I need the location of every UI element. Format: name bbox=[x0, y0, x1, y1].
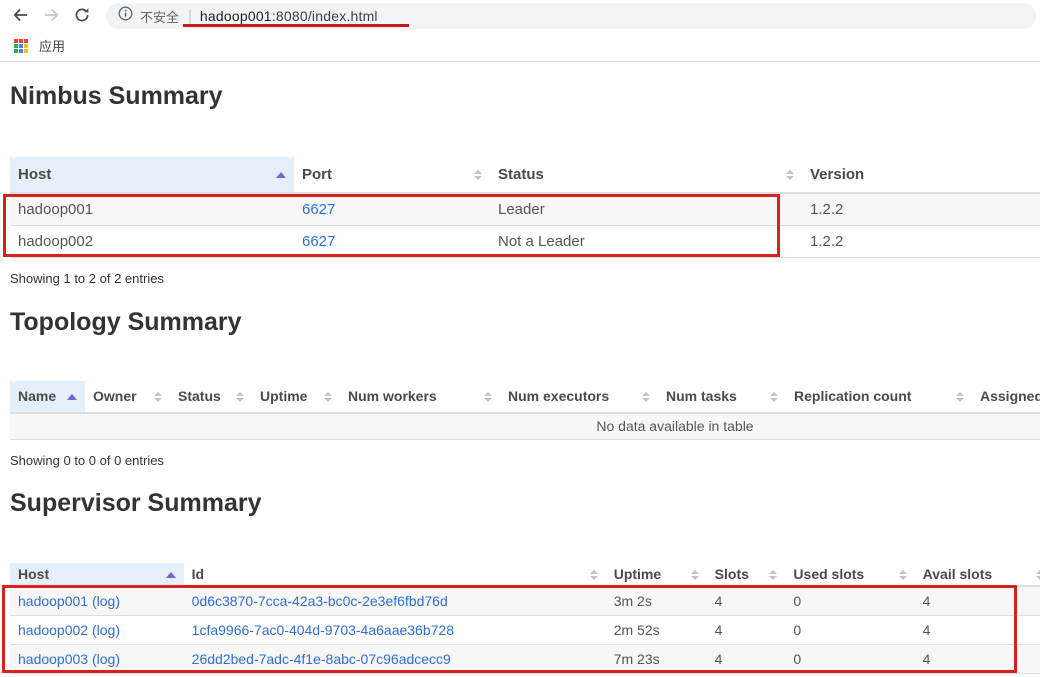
topology-showing-entries: Showing 0 to 0 of 0 entries bbox=[10, 453, 164, 468]
nimbus-summary-table: Host Port Status Version hadoop001 6627 … bbox=[10, 157, 1040, 258]
supervisor-slots-cell: 4 bbox=[706, 644, 786, 674]
supervisor-uptime-cell: 7m 23s bbox=[605, 644, 707, 674]
nimbus-port-link[interactable]: 6627 bbox=[294, 193, 490, 226]
nimbus-host-cell: hadoop001 bbox=[10, 193, 294, 226]
sort-asc-icon bbox=[67, 393, 77, 400]
sort-icon bbox=[685, 569, 699, 580]
supervisor-host-link[interactable]: hadoop003 bbox=[18, 651, 88, 667]
apps-grid-icon[interactable] bbox=[14, 38, 28, 53]
supervisor-host-cell: hadoop001 (log) bbox=[10, 586, 184, 616]
nimbus-col-host[interactable]: Host bbox=[10, 157, 294, 194]
supervisor-uptime-cell: 2m 52s bbox=[605, 615, 707, 645]
nimbus-col-version[interactable]: Version bbox=[802, 157, 1040, 194]
supervisor-summary-title: Supervisor Summary bbox=[10, 489, 262, 517]
nimbus-host-cell: hadoop002 bbox=[10, 225, 294, 258]
supervisor-avail-slots-cell: 4 bbox=[914, 586, 1040, 616]
supervisor-summary-table: Host Id Uptime Slots Used slots Avail sl… bbox=[10, 563, 1040, 674]
sort-icon bbox=[1030, 569, 1040, 580]
topology-col-status[interactable]: Status bbox=[170, 381, 252, 414]
supervisor-row: hadoop002 (log) 1cfa9966-7ac0-404d-9703-… bbox=[10, 615, 1040, 645]
sort-icon bbox=[148, 391, 162, 402]
browser-toolbar: 不安全 | hadoop001:8080/index.html bbox=[0, 0, 1040, 30]
supervisor-slots-cell: 4 bbox=[706, 615, 786, 645]
supervisor-log-link[interactable]: (log) bbox=[92, 622, 120, 638]
security-label[interactable]: 不安全 bbox=[140, 7, 179, 26]
supervisor-avail-slots-cell: 4 bbox=[914, 644, 1040, 674]
topology-empty-row: No data available in table bbox=[10, 413, 1040, 440]
address-bar[interactable]: 不安全 | hadoop001:8080/index.html bbox=[106, 3, 1036, 29]
sort-asc-icon bbox=[276, 171, 286, 178]
supervisor-avail-slots-cell: 4 bbox=[914, 615, 1040, 645]
topology-col-assigned-mem[interactable]: Assigned Mem (MB) bbox=[972, 381, 1040, 414]
supervisor-host-cell: hadoop003 (log) bbox=[10, 644, 184, 674]
supervisor-id-link[interactable]: 1cfa9966-7ac0-404d-9703-4a6aae36b728 bbox=[192, 622, 454, 638]
supervisor-col-avail-slots[interactable]: Avail slots bbox=[914, 563, 1040, 587]
supervisor-log-link[interactable]: (log) bbox=[92, 651, 120, 667]
nimbus-row: hadoop002 6627 Not a Leader 1.2.2 bbox=[10, 225, 1040, 258]
sort-icon bbox=[780, 169, 794, 180]
topology-summary-title: Topology Summary bbox=[10, 308, 242, 336]
supervisor-col-uptime[interactable]: Uptime bbox=[605, 563, 707, 587]
supervisor-id-link[interactable]: 26dd2bed-7adc-4f1e-8abc-07c96adcecc9 bbox=[192, 651, 451, 667]
apps-label[interactable]: 应用 bbox=[39, 36, 65, 55]
sort-icon bbox=[478, 391, 492, 402]
topology-col-owner[interactable]: Owner bbox=[85, 381, 170, 414]
sort-icon bbox=[584, 569, 598, 580]
supervisor-used-slots-cell: 0 bbox=[785, 586, 915, 616]
supervisor-id-cell: 1cfa9966-7ac0-404d-9703-4a6aae36b728 bbox=[183, 615, 606, 645]
topology-col-num-workers[interactable]: Num workers bbox=[340, 381, 500, 414]
supervisor-id-cell: 26dd2bed-7adc-4f1e-8abc-07c96adcecc9 bbox=[183, 644, 606, 674]
nimbus-status-cell: Leader bbox=[490, 193, 802, 226]
sort-icon bbox=[764, 391, 778, 402]
supervisor-id-link[interactable]: 0d6c3870-7cca-42a3-bc0c-2e3ef6fbd76d bbox=[192, 593, 448, 609]
sort-icon bbox=[318, 391, 332, 402]
storm-ui-page: Nimbus Summary Host Port Status Version … bbox=[0, 82, 1040, 674]
supervisor-id-cell: 0d6c3870-7cca-42a3-bc0c-2e3ef6fbd76d bbox=[183, 586, 606, 616]
back-icon[interactable] bbox=[12, 7, 29, 23]
topology-col-replication-count[interactable]: Replication count bbox=[786, 381, 972, 414]
topology-summary-table: Name Owner Status Uptime Num workers Num… bbox=[10, 381, 1040, 440]
topology-col-name[interactable]: Name bbox=[10, 381, 85, 414]
nimbus-showing-entries: Showing 1 to 2 of 2 entries bbox=[10, 271, 164, 286]
sort-icon bbox=[636, 391, 650, 402]
no-data-message: No data available in table bbox=[10, 413, 1040, 440]
url-text[interactable]: hadoop001:8080/index.html bbox=[200, 8, 378, 24]
nimbus-port-link[interactable]: 6627 bbox=[294, 225, 490, 258]
omnibox-divider: | bbox=[188, 7, 192, 25]
supervisor-used-slots-cell: 0 bbox=[785, 615, 915, 645]
topology-col-num-executors[interactable]: Num executors bbox=[500, 381, 658, 414]
nimbus-col-port[interactable]: Port bbox=[294, 157, 490, 194]
sort-asc-icon bbox=[165, 571, 176, 578]
supervisor-slots-cell: 4 bbox=[706, 586, 786, 616]
sort-icon bbox=[230, 391, 244, 402]
nimbus-version-cell: 1.2.2 bbox=[802, 225, 1040, 258]
info-icon[interactable] bbox=[118, 6, 133, 26]
supervisor-host-cell: hadoop002 (log) bbox=[10, 615, 184, 645]
topology-col-uptime[interactable]: Uptime bbox=[252, 381, 340, 414]
nimbus-col-status[interactable]: Status bbox=[490, 157, 802, 194]
supervisor-row: hadoop001 (log) 0d6c3870-7cca-42a3-bc0c-… bbox=[10, 586, 1040, 616]
bookmarks-bar: 应用 bbox=[0, 30, 1040, 62]
supervisor-log-link[interactable]: (log) bbox=[92, 593, 120, 609]
topology-col-num-tasks[interactable]: Num tasks bbox=[658, 381, 786, 414]
nimbus-status-cell: Not a Leader bbox=[490, 225, 802, 258]
supervisor-host-link[interactable]: hadoop002 bbox=[18, 622, 88, 638]
supervisor-host-link[interactable]: hadoop001 bbox=[18, 593, 88, 609]
sort-icon bbox=[468, 169, 482, 180]
supervisor-col-id[interactable]: Id bbox=[183, 563, 606, 587]
reload-icon[interactable] bbox=[74, 7, 90, 23]
forward-icon[interactable] bbox=[43, 7, 60, 23]
sort-icon bbox=[893, 569, 907, 580]
nimbus-row: hadoop001 6627 Leader 1.2.2 bbox=[10, 193, 1040, 226]
supervisor-col-host[interactable]: Host bbox=[10, 563, 184, 587]
nimbus-version-cell: 1.2.2 bbox=[802, 193, 1040, 226]
sort-icon bbox=[950, 391, 964, 402]
supervisor-col-used-slots[interactable]: Used slots bbox=[785, 563, 915, 587]
nimbus-summary-title: Nimbus Summary bbox=[10, 82, 223, 110]
supervisor-used-slots-cell: 0 bbox=[785, 644, 915, 674]
supervisor-col-slots[interactable]: Slots bbox=[706, 563, 786, 587]
supervisor-row: hadoop003 (log) 26dd2bed-7adc-4f1e-8abc-… bbox=[10, 644, 1040, 674]
supervisor-uptime-cell: 3m 2s bbox=[605, 586, 707, 616]
sort-icon bbox=[763, 569, 778, 580]
